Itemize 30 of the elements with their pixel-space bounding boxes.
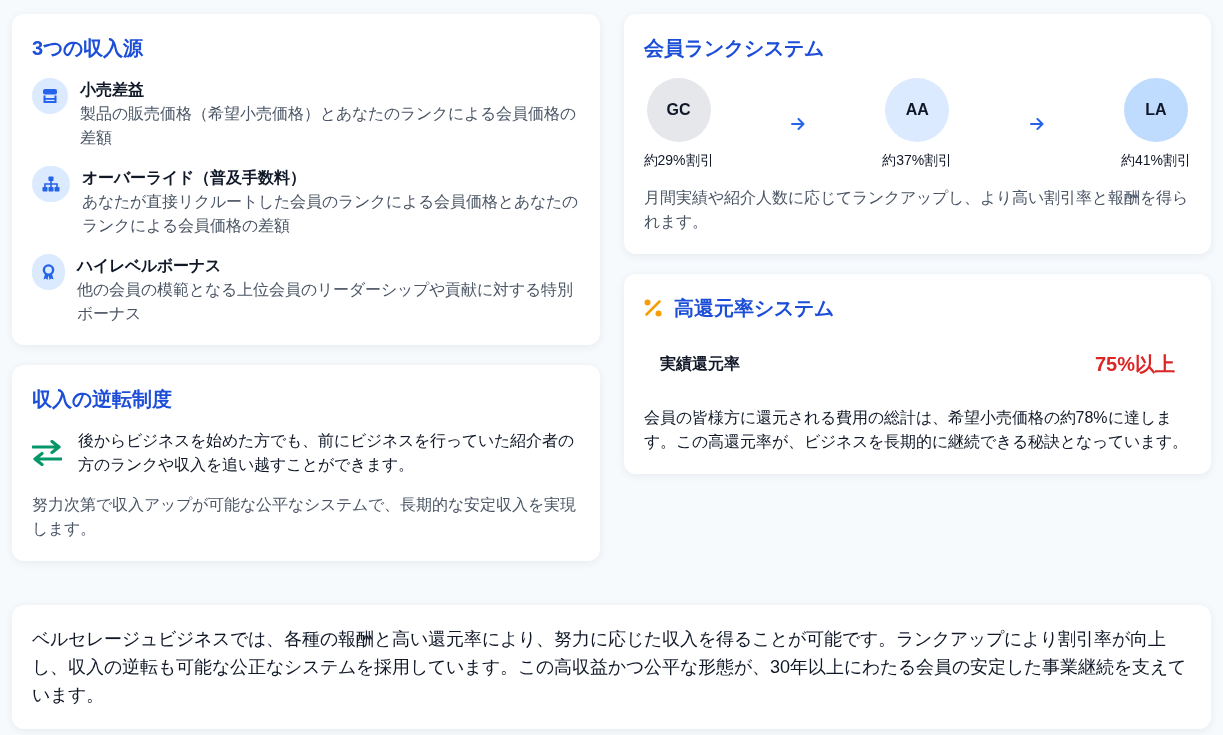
reversal-note: 努力次第で収入アップが可能な公平なシステムで、長期的な安定収入を実現します。 — [32, 495, 577, 539]
rank-badge: GC — [646, 78, 711, 142]
reversal-description: 後からビジネスを始めた方でも、前にビジネスを行っていた紹介者の方のランクや収入を追い越すことができます。 — [78, 431, 575, 475]
discount-label: 約37%割引 — [882, 151, 953, 170]
percent-icon — [643, 299, 662, 317]
store-icon — [32, 78, 68, 114]
discount-label: 約29%割引 — [643, 151, 714, 170]
discount-label: 約41%割引 — [1120, 151, 1191, 170]
card-title: 会員ランクシステム — [643, 36, 825, 61]
award-icon — [32, 254, 65, 290]
income-source-title: ハイレベルボーナス — [77, 256, 222, 276]
card-title: 3つの収入源 — [32, 36, 145, 61]
exchange-arrows-icon — [32, 440, 62, 466]
arrow-right-icon — [790, 118, 805, 130]
metric-value: 75%以上 — [1094, 352, 1175, 377]
card-title: 収入の逆転制度 — [32, 387, 173, 412]
income-source-description: 他の会員の模範となる上位会員のリーダーシップや貢献に対する特別ボーナス — [77, 280, 574, 324]
income-source-description: 製品の販売価格（希望小売価格）とあなたのランクによる会員価格の差額 — [80, 104, 577, 148]
income-source-description: あなたが直接リクルートした会員のランクによる会員価格とあなたのランクによる会員価格の差額 — [82, 192, 579, 236]
metric-label: 実績還元率 — [659, 354, 740, 374]
arrow-right-icon — [1029, 118, 1044, 130]
summary-text: ベルセレージュビジネスでは、各種の報酬と高い還元率により、努力に応じた収入を得ることが可能です。ランクアップにより割引率が向上し、収入の逆転も可能な公正なシステムを採用しています。この高収益かつ公平な形態が、30年以上にわたる会員の安定した事業継続を支えています。 — [32, 628, 1188, 707]
income-source-title: オーバーライド（普及手数料） — [82, 168, 307, 188]
return-rate-description: 会員の皆様方に還元される費用の総計は、希望小売価格の約78%に達します。この高還元率が、ビジネスを長期的に継続できる秘訣となっています。 — [643, 408, 1189, 452]
income-source-title: 小売差益 — [80, 80, 145, 100]
network-icon — [32, 166, 70, 202]
rank-badge: AA — [885, 78, 950, 142]
card-title: 高還元率システム — [673, 296, 834, 321]
rank-badge: LA — [1123, 78, 1188, 142]
rank-description: 月間実績や紹介人数に応じてランクアップし、より高い割引率と報酬を得られます。 — [643, 188, 1189, 232]
